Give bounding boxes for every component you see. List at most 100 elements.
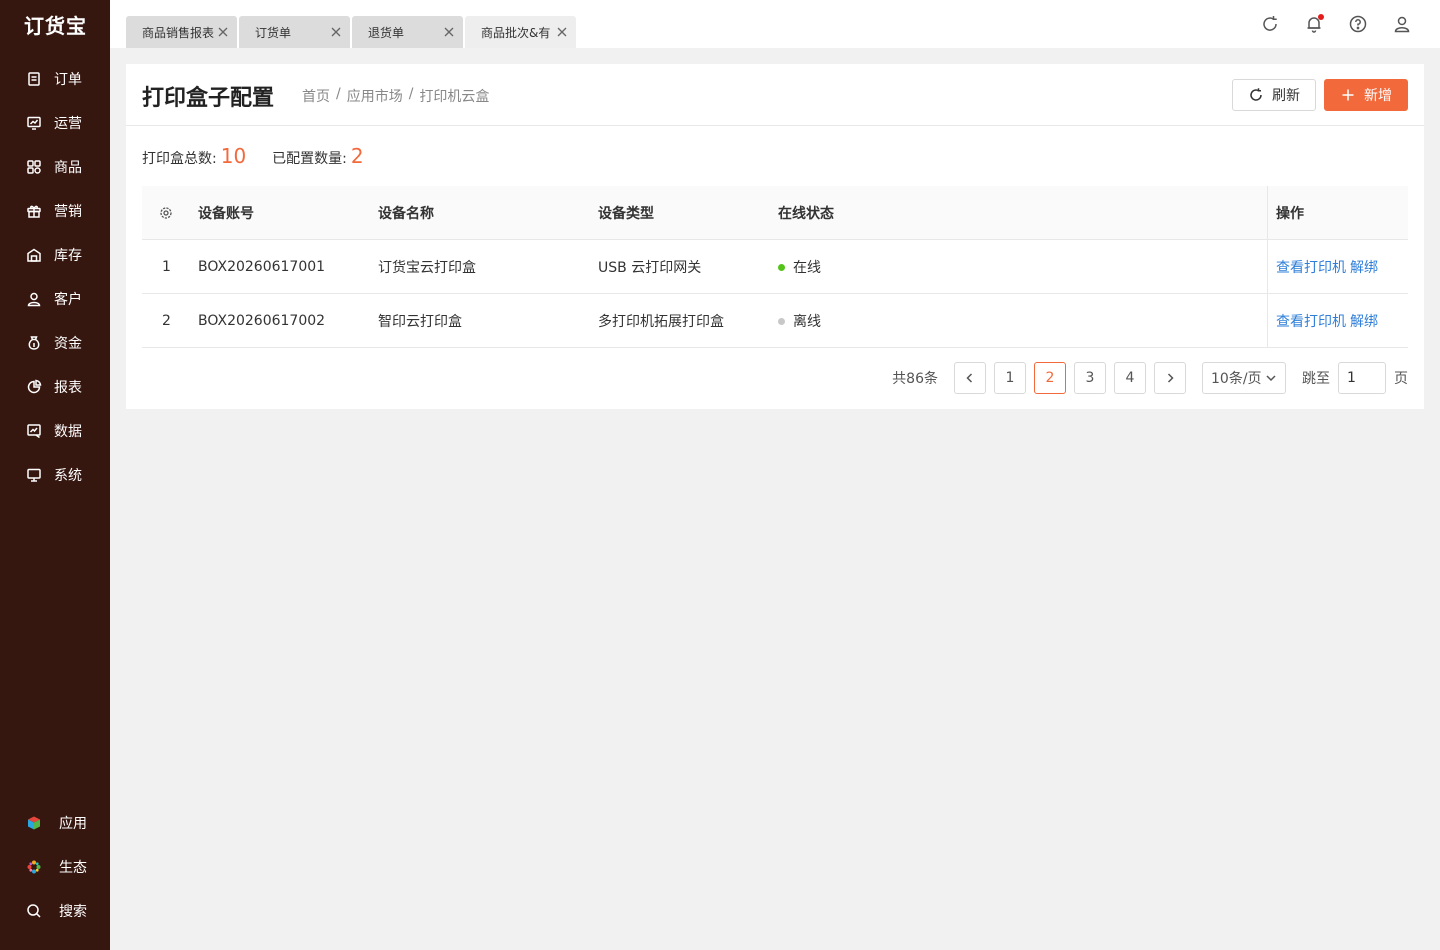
- configured-count-label: 已配置数量:: [272, 151, 347, 167]
- column-divider: [1267, 294, 1268, 347]
- view-printers-link[interactable]: 查看打印机: [1276, 257, 1346, 277]
- goods-icon: [26, 159, 42, 175]
- row-actions: 查看打印机 解绑: [1276, 294, 1382, 348]
- close-icon[interactable]: [556, 26, 568, 38]
- plus-icon: [1340, 87, 1356, 103]
- sidebar-item-customers[interactable]: 客户: [26, 287, 82, 311]
- sidebar-item-label: 客户: [54, 292, 82, 308]
- sidebar-item-system[interactable]: 系统: [26, 463, 82, 487]
- sidebar-item-data[interactable]: 数据: [26, 419, 82, 443]
- tab-goods-batch[interactable]: 商品批次&有: [465, 16, 576, 48]
- chevron-left-icon: [966, 373, 973, 383]
- page-title: 打印盒子配置: [142, 86, 275, 111]
- tab-label: 退货单: [368, 25, 405, 40]
- unbind-link[interactable]: 解绑: [1350, 257, 1378, 277]
- column-settings-icon[interactable]: [159, 186, 173, 240]
- page-size-value: 10条/页: [1211, 371, 1262, 387]
- sidebar-item-label: 营销: [54, 204, 82, 220]
- tab-label: 订货单: [255, 25, 292, 40]
- total-boxes-value: 10: [220, 144, 247, 168]
- column-divider: [1267, 240, 1268, 293]
- table-row: 2 BOX20260617002 智印云打印盒 多打印机拓展打印盒 离线 查看打…: [142, 294, 1408, 348]
- next-page-button[interactable]: [1154, 362, 1186, 394]
- sidebar-item-label: 搜索: [59, 904, 87, 920]
- status-text: 离线: [793, 314, 821, 330]
- device-account: BOX20260617002: [198, 313, 326, 329]
- money-bag-icon: [26, 335, 42, 351]
- notification-dot: [1318, 14, 1324, 20]
- sidebar-item-label: 应用: [59, 816, 87, 832]
- chevron-right-icon: [1167, 373, 1174, 383]
- status-dot: [778, 263, 785, 271]
- configured-count-value: 2: [350, 144, 364, 168]
- table-row: 1 BOX20260617001 订货宝云打印盒 USB 云打印网关 在线 查看…: [142, 240, 1408, 294]
- main-card: 打印盒子配置 首页 / 应用市场 / 打印机云盒 刷新 新增 打印盒总数: 10…: [126, 64, 1424, 409]
- online-status: 离线: [778, 294, 821, 348]
- sidebar-item-label: 系统: [54, 468, 82, 484]
- breadcrumb-app-market[interactable]: 应用市场: [347, 86, 403, 106]
- page-button-2[interactable]: 2: [1034, 362, 1066, 394]
- breadcrumb-separator: /: [336, 86, 341, 102]
- page-button-1[interactable]: 1: [994, 362, 1026, 394]
- breadcrumb-home[interactable]: 首页: [302, 86, 330, 106]
- pagination-total: 共86条: [892, 371, 938, 387]
- sidebar-item-orders[interactable]: 订单: [26, 67, 82, 91]
- order-icon: [26, 71, 42, 87]
- flower-icon: [26, 859, 42, 875]
- unbind-link[interactable]: 解绑: [1350, 311, 1378, 331]
- header-type: 设备类型: [598, 206, 654, 222]
- search-icon: [26, 903, 42, 919]
- sidebar-item-funds[interactable]: 资金: [26, 331, 82, 355]
- pagination: 共86条 1 2 3 4 10条/页 跳至 页: [892, 362, 1408, 394]
- sidebar-item-inventory[interactable]: 库存: [26, 243, 82, 267]
- close-icon[interactable]: [443, 26, 455, 38]
- add-button-label: 新增: [1364, 88, 1392, 104]
- close-icon[interactable]: [217, 26, 229, 38]
- refresh-icon: [1248, 87, 1264, 103]
- sidebar-item-operation[interactable]: 运营: [26, 111, 82, 135]
- bell-icon[interactable]: [1304, 14, 1324, 34]
- refresh-button[interactable]: 刷新: [1232, 79, 1316, 111]
- sidebar-item-reports[interactable]: 报表: [26, 375, 82, 399]
- status-text: 在线: [793, 260, 821, 276]
- header-name: 设备名称: [378, 206, 434, 222]
- app-cube-icon: [26, 815, 42, 831]
- tab-purchase-orders[interactable]: 订货单: [239, 16, 350, 48]
- row-index: 2: [162, 313, 171, 329]
- status-dot: [778, 317, 785, 325]
- row-index: 1: [162, 259, 171, 275]
- refresh-icon[interactable]: [1260, 14, 1280, 34]
- header-actions: 操作: [1276, 206, 1304, 222]
- page-suffix: 页: [1394, 371, 1408, 387]
- sidebar-item-label: 数据: [54, 424, 82, 440]
- jump-label: 跳至: [1302, 371, 1330, 387]
- pie-chart-icon: [26, 379, 42, 395]
- sidebar-item-label: 生态: [59, 860, 87, 876]
- view-printers-link[interactable]: 查看打印机: [1276, 311, 1346, 331]
- user-avatar-icon[interactable]: [1392, 14, 1412, 34]
- tab-sales-report[interactable]: 商品销售报表: [126, 16, 237, 48]
- device-type: USB 云打印网关: [598, 260, 702, 276]
- table-header: 设备账号 设备名称 设备类型 在线状态 操作: [142, 186, 1408, 240]
- app-logo: 订货宝: [24, 14, 87, 38]
- sidebar-item-label: 报表: [54, 380, 82, 396]
- close-icon[interactable]: [330, 26, 342, 38]
- sidebar-item-ecosystem[interactable]: 生态: [26, 855, 87, 879]
- sidebar-item-marketing[interactable]: 营销: [26, 199, 82, 223]
- sidebar-item-label: 订单: [54, 72, 82, 88]
- sidebar-item-apps[interactable]: 应用: [26, 811, 87, 835]
- divider: [126, 125, 1424, 126]
- page-size-select[interactable]: 10条/页: [1202, 362, 1286, 394]
- sidebar-item-label: 库存: [54, 248, 82, 264]
- column-divider: [1267, 186, 1268, 239]
- sidebar-item-label: 资金: [54, 336, 82, 352]
- sidebar-item-search[interactable]: 搜索: [26, 899, 87, 923]
- tab-return-orders[interactable]: 退货单: [352, 16, 463, 48]
- prev-page-button[interactable]: [954, 362, 986, 394]
- sidebar-item-goods[interactable]: 商品: [26, 155, 82, 179]
- help-icon[interactable]: [1348, 14, 1368, 34]
- page-button-4[interactable]: 4: [1114, 362, 1146, 394]
- page-button-3[interactable]: 3: [1074, 362, 1106, 394]
- jump-page-input[interactable]: [1338, 362, 1386, 394]
- add-button[interactable]: 新增: [1324, 79, 1408, 111]
